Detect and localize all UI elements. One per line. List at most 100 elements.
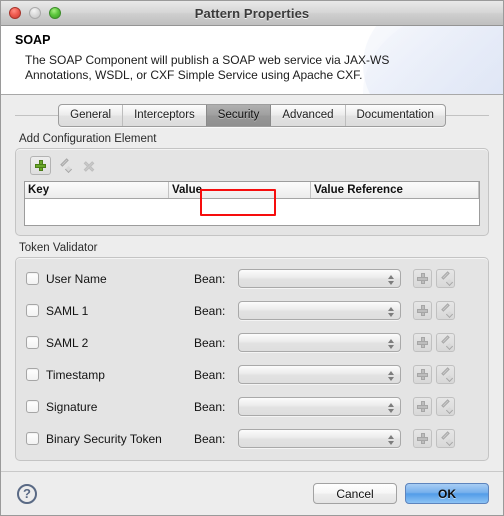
pencil-icon — [440, 305, 452, 317]
chevron-down-icon — [388, 408, 394, 413]
chevron-up-icon — [388, 274, 394, 279]
stepper-icon — [387, 304, 395, 319]
column-header-value[interactable]: Value — [169, 182, 311, 198]
plus-icon — [417, 433, 428, 444]
zoom-button[interactable] — [49, 7, 61, 19]
label-saml-1: SAML 1 — [46, 303, 89, 318]
cancel-button[interactable]: Cancel — [313, 483, 397, 504]
edit-bean-button-saml-1[interactable] — [436, 301, 455, 320]
column-header-value-reference[interactable]: Value Reference — [311, 182, 479, 198]
bean-label-timestamp: Bean: — [194, 367, 226, 382]
stepper-icon — [387, 368, 395, 383]
tab-general[interactable]: General — [59, 104, 124, 126]
add-bean-button-saml-1[interactable] — [413, 301, 432, 320]
label-signature: Signature — [46, 399, 98, 414]
pattern-properties-dialog: Pattern Properties SOAP The SOAP Compone… — [0, 0, 504, 516]
bean-select-user-name[interactable] — [238, 269, 401, 288]
edit-bean-button-binary-security-token[interactable] — [436, 429, 455, 448]
tab-bar: General Interceptors Security Advanced D… — [1, 101, 503, 129]
title-bar: Pattern Properties — [1, 1, 503, 26]
checkbox-saml-1[interactable] — [26, 304, 39, 317]
plus-icon — [417, 369, 428, 380]
token-row-user-name: User Name Bean: — [26, 267, 478, 290]
bean-label-saml-2: Bean: — [194, 335, 226, 350]
chevron-up-icon — [388, 370, 394, 375]
token-validator-group: Token Validator User Name Bean: SAML 1 B… — [15, 242, 489, 461]
stepper-icon — [387, 432, 395, 447]
row-actions-user-name — [413, 269, 455, 288]
pencil-icon — [59, 160, 71, 172]
token-row-timestamp: Timestamp Bean: — [26, 363, 478, 386]
add-bean-button-signature[interactable] — [413, 397, 432, 416]
add-configuration-element-panel: Key Value Value Reference — [15, 148, 489, 236]
chevron-down-icon — [388, 312, 394, 317]
bean-label-saml-1: Bean: — [194, 303, 226, 318]
chevron-down-icon — [388, 376, 394, 381]
pencil-icon — [440, 369, 452, 381]
row-actions-timestamp — [413, 365, 455, 384]
help-icon[interactable]: ? — [17, 483, 37, 504]
chevron-down-icon — [388, 440, 394, 445]
add-configuration-element-label: Add Configuration Element — [19, 133, 157, 145]
edit-bean-button-user-name[interactable] — [436, 269, 455, 288]
token-row-binary-security-token: Binary Security Token Bean: — [26, 427, 478, 450]
chevron-up-icon — [388, 306, 394, 311]
add-bean-button-saml-2[interactable] — [413, 333, 432, 352]
window-controls — [9, 7, 61, 19]
pencil-icon — [440, 337, 452, 349]
label-timestamp: Timestamp — [46, 367, 105, 382]
label-binary-security-token: Binary Security Token — [46, 431, 162, 446]
row-actions-binary-security-token — [413, 429, 455, 448]
chevron-up-icon — [388, 434, 394, 439]
tab-security[interactable]: Security — [205, 104, 272, 126]
edit-button[interactable] — [54, 156, 75, 175]
edit-bean-button-saml-2[interactable] — [436, 333, 455, 352]
edit-bean-button-timestamp[interactable] — [436, 365, 455, 384]
column-header-key[interactable]: Key — [25, 182, 169, 198]
minimize-button[interactable] — [29, 7, 41, 19]
bean-label-binary-security-token: Bean: — [194, 431, 226, 446]
pencil-icon — [440, 401, 452, 413]
checkbox-timestamp[interactable] — [26, 368, 39, 381]
tab-advanced[interactable]: Advanced — [271, 104, 346, 126]
tab-documentation[interactable]: Documentation — [346, 105, 445, 126]
token-row-signature: Signature Bean: — [26, 395, 478, 418]
dialog-body: General Interceptors Security Advanced D… — [1, 95, 503, 471]
chevron-down-icon — [388, 280, 394, 285]
checkbox-saml-2[interactable] — [26, 336, 39, 349]
edit-bean-button-signature[interactable] — [436, 397, 455, 416]
checkbox-binary-security-token[interactable] — [26, 432, 39, 445]
table-body-empty[interactable] — [25, 199, 479, 225]
bean-select-binary-security-token[interactable] — [238, 429, 401, 448]
label-saml-2: SAML 2 — [46, 335, 89, 350]
pencil-icon — [440, 273, 452, 285]
add-button[interactable] — [30, 156, 51, 175]
delete-button[interactable] — [78, 156, 99, 175]
configuration-table[interactable]: Key Value Value Reference — [24, 181, 480, 226]
add-bean-button-binary-security-token[interactable] — [413, 429, 432, 448]
tab-content-security: Add Configuration Element Key Value Valu… — [1, 129, 503, 471]
checkbox-signature[interactable] — [26, 400, 39, 413]
dialog-header: SOAP The SOAP Component will publish a S… — [1, 26, 503, 95]
tab-interceptors[interactable]: Interceptors — [123, 104, 207, 126]
delete-icon — [83, 160, 95, 172]
bean-select-saml-1[interactable] — [238, 301, 401, 320]
add-bean-button-user-name[interactable] — [413, 269, 432, 288]
bean-select-saml-2[interactable] — [238, 333, 401, 352]
close-button[interactable] — [9, 7, 21, 19]
pencil-icon — [440, 433, 452, 445]
bean-label-signature: Bean: — [194, 399, 226, 414]
bean-select-signature[interactable] — [238, 397, 401, 416]
stepper-icon — [387, 400, 395, 415]
config-toolbar — [30, 156, 480, 175]
token-row-saml-2: SAML 2 Bean: — [26, 331, 478, 354]
row-actions-signature — [413, 397, 455, 416]
plus-icon — [417, 337, 428, 348]
add-bean-button-timestamp[interactable] — [413, 365, 432, 384]
chevron-up-icon — [388, 402, 394, 407]
ok-button[interactable]: OK — [405, 483, 489, 504]
plus-icon — [417, 401, 428, 412]
bean-select-timestamp[interactable] — [238, 365, 401, 384]
checkbox-user-name[interactable] — [26, 272, 39, 285]
add-configuration-element-group: Add Configuration Element Key Value Valu… — [15, 133, 489, 236]
